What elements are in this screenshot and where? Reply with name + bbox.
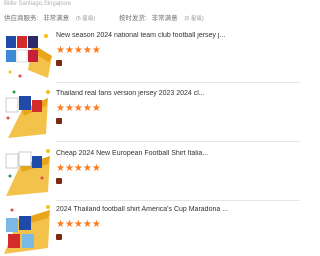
product-title[interactable]: New season 2024 national team club footb… (56, 32, 294, 39)
rating-summary: 供应商服务: 非常满意 (5 星级) 按时发货: 非常满意 (5 星级) (4, 12, 226, 22)
star-rating: ★★★★★ (56, 163, 101, 174)
divider (56, 200, 300, 201)
supplier-badge-icon (56, 60, 62, 66)
star-rating: ★★★★★ (56, 219, 101, 230)
product-thumbnail[interactable] (2, 88, 54, 140)
star-rating: ★★★★★ (56, 103, 101, 114)
product-title[interactable]: Cheap 2024 New European Football Shirt I… (56, 150, 294, 157)
supplier-badge-icon (56, 178, 62, 184)
rating-label: 供应商服务: (4, 15, 39, 22)
rating-count: (5 星级) (75, 16, 96, 22)
rating-label: 按时发货: (119, 15, 147, 22)
star-rating: ★★★★★ (56, 45, 101, 56)
product-thumbnail[interactable] (2, 148, 54, 200)
rating-count: (5 星级) (184, 16, 204, 22)
product-item[interactable]: Thailand real fans version jersey 2023 2… (0, 88, 300, 140)
reviewer-name: Billie Santiago,Singapore (4, 1, 72, 7)
rating-value: 非常满意 (43, 15, 70, 22)
rating-group-on-time-delivery: 按时发货: 非常满意 (5 星级) (119, 12, 204, 22)
product-thumbnail[interactable] (2, 204, 54, 256)
review-header: Billie Santiago,Singapore 供应商服务: 非常满意 (5… (0, 0, 300, 30)
supplier-badge-icon (56, 118, 62, 124)
product-title[interactable]: 2024 Thailand football shirt America's C… (56, 206, 294, 213)
divider (56, 82, 300, 83)
product-title[interactable]: Thailand real fans version jersey 2023 2… (56, 90, 294, 97)
supplier-badge-icon (56, 234, 62, 240)
divider (56, 141, 300, 142)
product-item[interactable]: New season 2024 national team club footb… (0, 30, 300, 82)
rating-value: 非常满意 (151, 15, 178, 22)
rating-group-supplier-service: 供应商服务: 非常满意 (5 星级) (4, 12, 95, 22)
product-item[interactable]: 2024 Thailand football shirt America's C… (0, 204, 300, 256)
product-item[interactable]: Cheap 2024 New European Football Shirt I… (0, 148, 300, 200)
product-thumbnail[interactable] (2, 30, 54, 82)
